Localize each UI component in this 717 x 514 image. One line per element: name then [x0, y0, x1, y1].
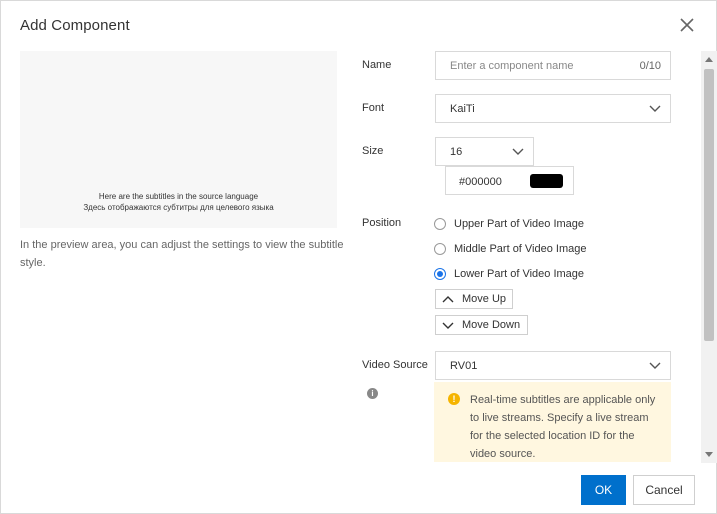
radio-middle[interactable] — [434, 243, 446, 255]
size-value: 16 — [450, 146, 463, 158]
radio-lower[interactable] — [434, 268, 446, 280]
preview-hint: In the preview area, you can adjust the … — [20, 239, 344, 269]
size-label: Size — [362, 145, 384, 157]
chevron-down-icon — [442, 322, 454, 329]
radio-lower-label[interactable]: Lower Part of Video Image — [454, 268, 584, 280]
name-placeholder: Enter a component name — [450, 60, 574, 72]
warning-icon: ! — [448, 393, 460, 405]
scroll-up-arrow-icon[interactable] — [705, 56, 713, 62]
ok-button[interactable]: OK — [581, 475, 626, 505]
radio-upper-label[interactable]: Upper Part of Video Image — [454, 218, 584, 230]
video-source-value: RV01 — [450, 360, 478, 372]
size-select[interactable]: 16 — [435, 137, 534, 166]
color-value: #000000 — [459, 176, 502, 188]
move-down-label: Move Down — [462, 319, 521, 331]
chevron-down-icon — [649, 105, 661, 112]
preview-subtitle-target: Здесь отображаются субтитры для целевого… — [83, 203, 274, 212]
notice-text: Real-time subtitles are applicable only … — [470, 394, 656, 460]
scroll-down-arrow-icon[interactable] — [705, 452, 713, 458]
scrollbar-thumb[interactable] — [704, 69, 714, 341]
position-label: Position — [362, 217, 402, 229]
video-source-select[interactable]: RV01 — [435, 351, 671, 380]
font-label: Font — [362, 102, 385, 114]
subtitle-preview-area: Here are the subtitles in the source lan… — [20, 51, 337, 228]
radio-upper[interactable] — [434, 218, 446, 230]
name-char-counter: 0/10 — [639, 60, 661, 72]
cancel-button[interactable]: Cancel — [633, 475, 695, 505]
move-up-button[interactable]: Move Up — [435, 289, 513, 309]
dialog-title: Add Component — [20, 17, 130, 34]
chevron-up-icon — [442, 296, 454, 303]
video-source-label: Video Source — [362, 359, 428, 371]
name-input[interactable]: Enter a component name 0/10 — [435, 51, 671, 80]
color-picker[interactable]: #000000 — [445, 166, 574, 195]
name-label: Name — [362, 59, 392, 71]
preview-subtitle-source: Here are the subtitles in the source lan… — [98, 192, 259, 201]
font-select[interactable]: KaiTi — [435, 94, 671, 123]
scrollbar[interactable] — [701, 51, 717, 463]
add-component-dialog: Add Component Here are the subtitles in … — [0, 0, 717, 514]
move-down-button[interactable]: Move Down — [435, 315, 528, 335]
radio-middle-label[interactable]: Middle Part of Video Image — [454, 243, 586, 255]
chevron-down-icon — [649, 362, 661, 369]
chevron-down-icon — [512, 148, 524, 155]
info-icon[interactable]: i — [367, 388, 378, 399]
live-stream-notice: ! Real-time subtitles are applicable onl… — [434, 382, 671, 462]
font-value: KaiTi — [450, 103, 475, 115]
close-icon[interactable] — [678, 16, 696, 34]
move-up-label: Move Up — [462, 293, 507, 305]
color-swatch[interactable] — [530, 174, 563, 188]
